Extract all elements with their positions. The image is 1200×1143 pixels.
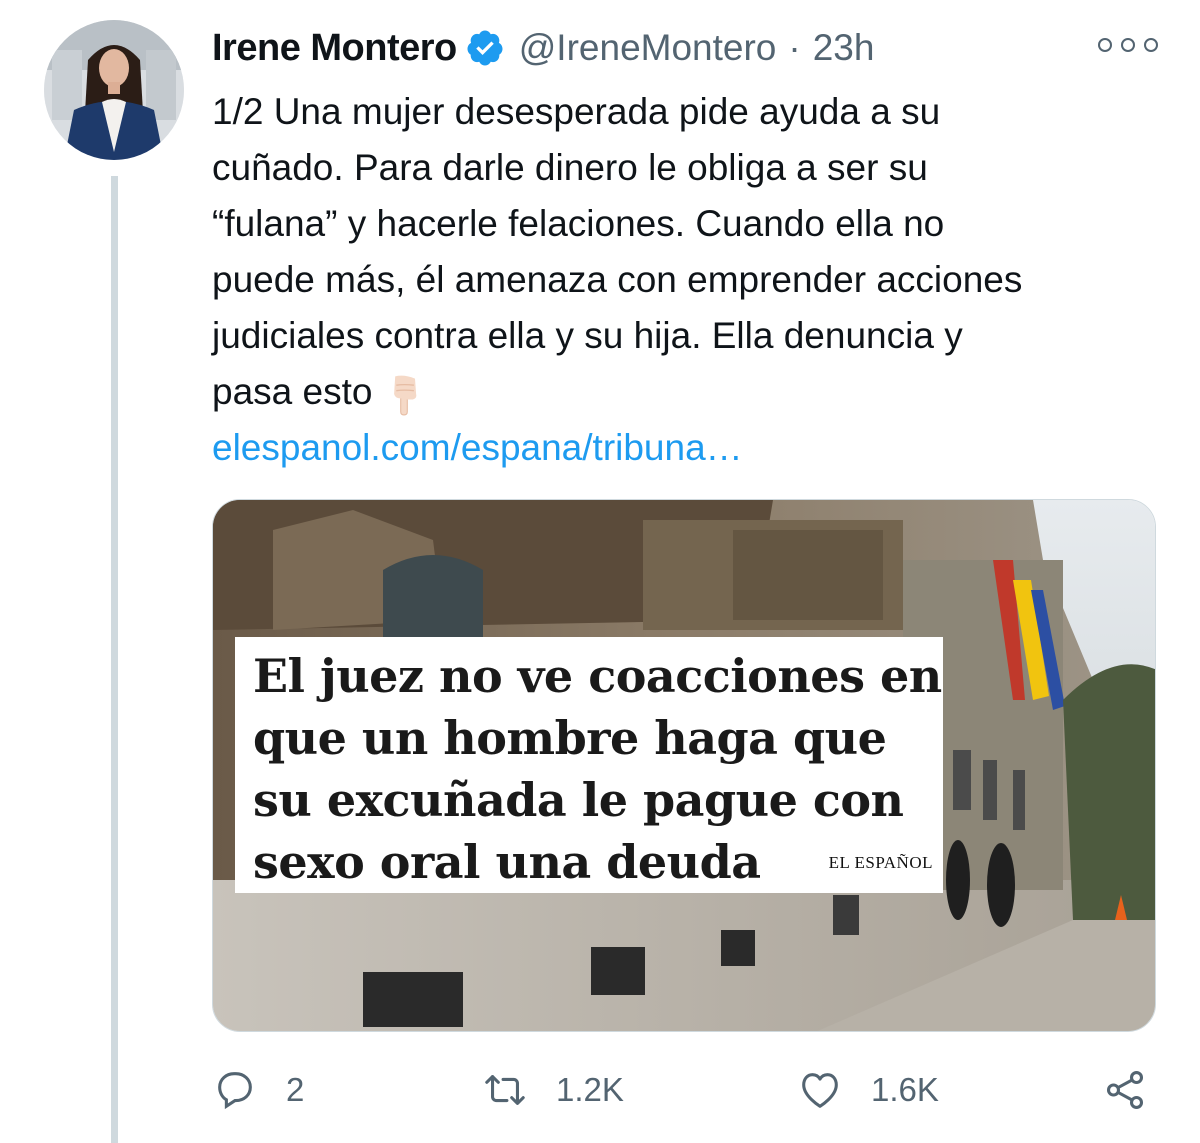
reply-icon [218, 1072, 252, 1110]
tweet-time[interactable]: 23h [813, 27, 875, 69]
el-espanol-logo: EL ESPAÑOL [828, 853, 933, 872]
tweet-text-line: “fulana” y hacerle felaciones. Cuando el… [212, 203, 945, 244]
headline-box: El juez no ve coacciones en que un hombr… [235, 637, 943, 893]
headline-line: sexo oral una deuda [253, 835, 761, 889]
retweet-count: 1.2K [556, 1071, 624, 1108]
like-icon [802, 1073, 838, 1108]
share-icon [1106, 1071, 1144, 1109]
thread-line [111, 176, 118, 1143]
author-name[interactable]: Irene Montero [212, 27, 457, 70]
headline-line: El juez no ve coacciones en [253, 649, 942, 703]
like-count: 1.6K [871, 1071, 939, 1108]
media-card[interactable]: El juez no ve coacciones en que un hombr… [212, 499, 1156, 1032]
tweet-text-line: cuñado. Para darle dinero le obliga a se… [212, 147, 928, 188]
separator-dot: · [788, 27, 801, 68]
pointing-down-emoji-icon [394, 375, 417, 416]
article-link[interactable]: elespanol.com/espana/tribuna… [212, 420, 1172, 476]
retweet-icon [485, 1075, 525, 1105]
reply-count: 2 [286, 1071, 305, 1108]
share-button[interactable] [1102, 1060, 1176, 1120]
tweet-text-line: pasa esto [212, 371, 373, 412]
avatar[interactable] [44, 20, 184, 160]
reply-button[interactable]: 2 [212, 1060, 304, 1120]
tweet-actions: 2 1.2K 1.6K [212, 1060, 1156, 1120]
retweet-button[interactable]: 1.2K [482, 1060, 624, 1120]
avatar-photo [44, 20, 184, 160]
author-handle[interactable]: @IreneMontero [519, 27, 777, 69]
headline-line: su excuñada le pague con [253, 773, 904, 827]
more-icon[interactable] [1098, 30, 1158, 60]
tweet-text-line: 1/2 Una mujer desesperada pide ayuda a s… [212, 91, 941, 132]
tweet-text-last-line: pasa esto [212, 364, 1172, 420]
verified-badge-icon [467, 30, 503, 66]
tweet-text-line: judiciales contra ella y su hija. Ella d… [212, 315, 963, 356]
tweet-header: Irene Montero @IreneMontero · 23h [212, 22, 874, 74]
like-button[interactable]: 1.6K [797, 1060, 939, 1120]
tweet-text-line: puede más, él amenaza con emprender acci… [212, 259, 1023, 300]
tweet-text: 1/2 Una mujer desesperada pide ayuda a s… [212, 84, 1172, 476]
headline-line: que un hombre haga que [253, 711, 887, 765]
